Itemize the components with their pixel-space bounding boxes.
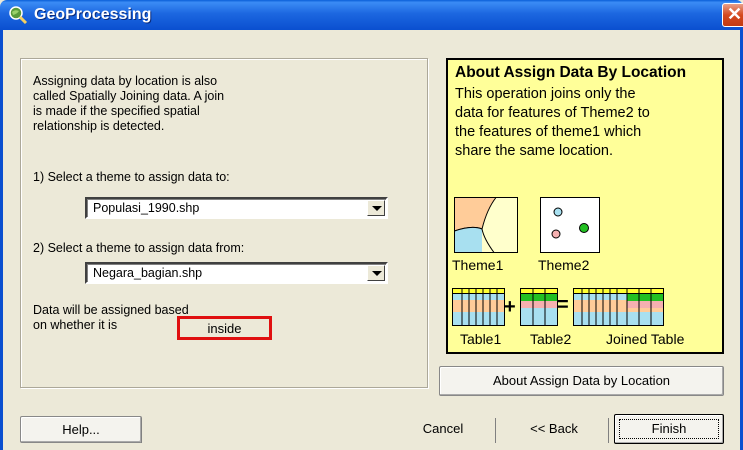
target-theme-select[interactable]: Populasi_1990.shp [85, 197, 388, 219]
source-theme-select[interactable]: Negara_bagian.shp [85, 262, 388, 284]
chevron-down-icon[interactable] [367, 200, 385, 216]
about-body-line-3: the features of theme1 which [455, 124, 642, 140]
relationship-highlight: inside [177, 316, 272, 340]
target-theme-value: Populasi_1990.shp [93, 201, 200, 215]
theme2-label: Theme2 [538, 257, 590, 273]
basis-label-line-2: on whether it is [33, 318, 118, 332]
intro-text-line-3: is made if the specified spatial [33, 104, 200, 118]
intro-text-line-1: Assigning data by location is also [33, 74, 218, 88]
divider [495, 418, 496, 443]
about-body-line-1: This operation joins only the [455, 86, 636, 102]
about-body-line-4: share the same location. [455, 143, 613, 159]
source-theme-value: Negara_bagian.shp [93, 266, 203, 280]
focus-ring [619, 419, 719, 439]
divider [141, 418, 142, 443]
plus-sign: + [504, 296, 516, 318]
intro-text-line-2: called Spatially Joining data. A join [33, 89, 225, 103]
theme2-illustration [540, 197, 600, 253]
step1-label: 1) Select a theme to assign data to: [33, 170, 230, 184]
about-panel: About Assign Data By Location This opera… [446, 58, 724, 354]
joined-table-icon [573, 288, 664, 326]
finish-button[interactable]: Finish [614, 414, 724, 444]
joined-table-label: Joined Table [606, 331, 685, 347]
step2-label: 2) Select a theme to assign data from: [33, 241, 245, 255]
cancel-button[interactable]: Cancel [390, 416, 496, 443]
equals-sign: = [557, 294, 569, 316]
close-button[interactable]: ✕ [722, 3, 743, 27]
about-body: This operation joins only the data for f… [455, 85, 717, 161]
table2-icon [520, 288, 558, 326]
window-title: GeoProcessing [34, 6, 152, 23]
theme1-illustration [454, 197, 518, 253]
theme1-label: Theme1 [452, 257, 504, 273]
chevron-down-icon[interactable] [367, 265, 385, 281]
window-frame-left [0, 30, 3, 450]
help-button[interactable]: Help... [20, 416, 142, 443]
intro-text-line-4: relationship is detected. [33, 119, 165, 133]
divider [608, 418, 609, 443]
basis-label-line-1: Data will be assigned based [33, 303, 189, 317]
back-button[interactable]: << Back [499, 416, 609, 443]
table1-icon [452, 288, 505, 326]
close-icon: ✕ [726, 4, 743, 24]
about-body-line-2: data for features of Theme2 to [455, 105, 650, 121]
table1-label: Table1 [460, 331, 502, 347]
about-assign-data-button[interactable]: About Assign Data by Location [439, 366, 724, 396]
title-bar: GeoProcessing ✕ [0, 0, 743, 30]
relationship-value[interactable]: inside [180, 321, 269, 336]
about-title: About Assign Data By Location [455, 64, 687, 81]
globe-magnifier-icon [9, 6, 28, 25]
table2-label: Table2 [530, 331, 572, 347]
tables-illustration [452, 288, 664, 326]
